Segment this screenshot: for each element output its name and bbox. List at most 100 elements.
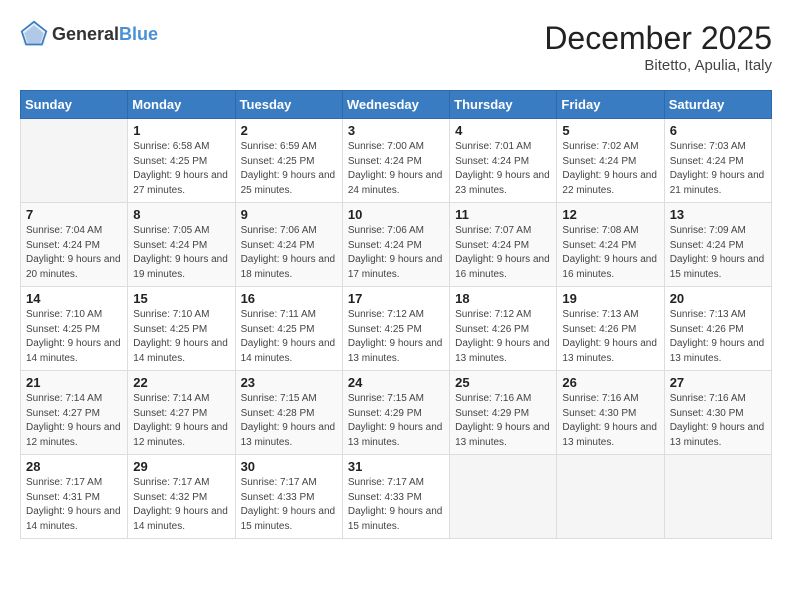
day-number: 11 <box>455 207 551 222</box>
calendar-cell: 30Sunrise: 7:17 AMSunset: 4:33 PMDayligh… <box>235 455 342 539</box>
location-title: Bitetto, Apulia, Italy <box>544 57 772 74</box>
calendar-cell: 16 Sunrise: 7:11 AMSunset: 4:25 PMDayligh… <box>235 287 342 371</box>
weekday-header-row: SundayMondayTuesdayWednesdayThursdayFrid… <box>21 91 772 119</box>
weekday-header: Wednesday <box>342 91 449 119</box>
calendar-cell: 13 Sunrise: 7:09 AMSunset: 4:24 PMDayligh… <box>664 203 771 287</box>
day-info: Sunrise: 6:58 AMSunset: 4:25 PMDaylight:… <box>133 140 229 198</box>
calendar-cell: 26Sunrise: 7:16 AMSunset: 4:30 PMDayligh… <box>557 371 664 455</box>
calendar-week-row: 14 Sunrise: 7:10 AMSunset: 4:25 PMDayligh… <box>21 287 772 371</box>
calendar-cell: 8 Sunrise: 7:05 AMSunset: 4:24 PMDaylight… <box>128 203 235 287</box>
calendar-cell: 5 Sunrise: 7:02 AMSunset: 4:24 PMDaylight… <box>557 119 664 203</box>
day-info: Sunrise: 7:17 AMSunset: 4:33 PMDaylight:… <box>241 476 337 534</box>
day-number: 17 <box>348 291 444 306</box>
calendar-table: SundayMondayTuesdayWednesdayThursdayFrid… <box>20 90 772 539</box>
calendar-cell: 2 Sunrise: 6:59 AMSunset: 4:25 PMDaylight… <box>235 119 342 203</box>
day-info: Sunrise: 7:12 AMSunset: 4:25 PMDaylight:… <box>348 308 444 366</box>
calendar-cell: 9Sunrise: 7:06 AMSunset: 4:24 PMDaylight… <box>235 203 342 287</box>
calendar-cell: 6 Sunrise: 7:03 AMSunset: 4:24 PMDaylight… <box>664 119 771 203</box>
calendar-cell: 4 Sunrise: 7:01 AMSunset: 4:24 PMDaylight… <box>450 119 557 203</box>
day-info: Sunrise: 7:00 AMSunset: 4:24 PMDaylight:… <box>348 140 444 198</box>
day-info: Sunrise: 7:12 AMSunset: 4:26 PMDaylight:… <box>455 308 551 366</box>
calendar-week-row: 28 Sunrise: 7:17 AMSunset: 4:31 PMDayligh… <box>21 455 772 539</box>
day-info: Sunrise: 7:07 AMSunset: 4:24 PMDaylight:… <box>455 224 551 282</box>
calendar-cell: 11 Sunrise: 7:07 AMSunset: 4:24 PMDayligh… <box>450 203 557 287</box>
day-number: 5 <box>562 123 658 138</box>
day-number: 8 <box>133 207 229 222</box>
calendar-cell: 29Sunrise: 7:17 AMSunset: 4:32 PMDayligh… <box>128 455 235 539</box>
calendar-cell: 3Sunrise: 7:00 AMSunset: 4:24 PMDaylight… <box>342 119 449 203</box>
day-number: 18 <box>455 291 551 306</box>
calendar-week-row: 21Sunrise: 7:14 AMSunset: 4:27 PMDayligh… <box>21 371 772 455</box>
day-info: Sunrise: 7:17 AMSunset: 4:33 PMDaylight:… <box>348 476 444 534</box>
calendar-cell: 12 Sunrise: 7:08 AMSunset: 4:24 PMDayligh… <box>557 203 664 287</box>
calendar-week-row: 1 Sunrise: 6:58 AMSunset: 4:25 PMDaylight… <box>21 119 772 203</box>
day-number: 22 <box>133 375 229 390</box>
page-header: GeneralBlue December 2025 Bitetto, Apuli… <box>20 20 772 74</box>
day-number: 13 <box>670 207 766 222</box>
calendar-cell: 27 Sunrise: 7:16 AMSunset: 4:30 PMDayligh… <box>664 371 771 455</box>
day-number: 31 <box>348 459 444 474</box>
day-info: Sunrise: 7:11 AMSunset: 4:25 PMDaylight:… <box>241 308 337 366</box>
day-info: Sunrise: 7:16 AMSunset: 4:30 PMDaylight:… <box>670 392 766 450</box>
day-number: 29 <box>133 459 229 474</box>
day-number: 2 <box>241 123 337 138</box>
day-number: 15 <box>133 291 229 306</box>
calendar-cell: 14 Sunrise: 7:10 AMSunset: 4:25 PMDayligh… <box>21 287 128 371</box>
calendar-cell: 23 Sunrise: 7:15 AMSunset: 4:28 PMDayligh… <box>235 371 342 455</box>
day-info: Sunrise: 6:59 AMSunset: 4:25 PMDaylight:… <box>241 140 337 198</box>
calendar-cell: 19Sunrise: 7:13 AMSunset: 4:26 PMDayligh… <box>557 287 664 371</box>
calendar-cell <box>557 455 664 539</box>
day-number: 24 <box>348 375 444 390</box>
day-number: 12 <box>562 207 658 222</box>
day-info: Sunrise: 7:16 AMSunset: 4:29 PMDaylight:… <box>455 392 551 450</box>
calendar-week-row: 7 Sunrise: 7:04 AMSunset: 4:24 PMDaylight… <box>21 203 772 287</box>
day-info: Sunrise: 7:04 AMSunset: 4:24 PMDaylight:… <box>26 224 122 282</box>
calendar-cell: 31 Sunrise: 7:17 AMSunset: 4:33 PMDayligh… <box>342 455 449 539</box>
day-info: Sunrise: 7:10 AMSunset: 4:25 PMDaylight:… <box>133 308 229 366</box>
day-info: Sunrise: 7:10 AMSunset: 4:25 PMDaylight:… <box>26 308 122 366</box>
day-number: 4 <box>455 123 551 138</box>
day-number: 16 <box>241 291 337 306</box>
logo-icon <box>20 20 48 48</box>
calendar-cell: 28 Sunrise: 7:17 AMSunset: 4:31 PMDayligh… <box>21 455 128 539</box>
day-info: Sunrise: 7:15 AMSunset: 4:29 PMDaylight:… <box>348 392 444 450</box>
day-number: 25 <box>455 375 551 390</box>
day-number: 14 <box>26 291 122 306</box>
day-number: 1 <box>133 123 229 138</box>
weekday-header: Thursday <box>450 91 557 119</box>
title-block: December 2025 Bitetto, Apulia, Italy <box>544 20 772 74</box>
calendar-cell: 18 Sunrise: 7:12 AMSunset: 4:26 PMDayligh… <box>450 287 557 371</box>
day-info: Sunrise: 7:08 AMSunset: 4:24 PMDaylight:… <box>562 224 658 282</box>
day-info: Sunrise: 7:03 AMSunset: 4:24 PMDaylight:… <box>670 140 766 198</box>
day-number: 19 <box>562 291 658 306</box>
day-number: 28 <box>26 459 122 474</box>
day-number: 9 <box>241 207 337 222</box>
day-info: Sunrise: 7:05 AMSunset: 4:24 PMDaylight:… <box>133 224 229 282</box>
day-info: Sunrise: 7:09 AMSunset: 4:24 PMDaylight:… <box>670 224 766 282</box>
calendar-cell: 22 Sunrise: 7:14 AMSunset: 4:27 PMDayligh… <box>128 371 235 455</box>
weekday-header: Tuesday <box>235 91 342 119</box>
calendar-cell: 7 Sunrise: 7:04 AMSunset: 4:24 PMDaylight… <box>21 203 128 287</box>
day-info: Sunrise: 7:06 AMSunset: 4:24 PMDaylight:… <box>348 224 444 282</box>
day-number: 23 <box>241 375 337 390</box>
calendar-cell: 10Sunrise: 7:06 AMSunset: 4:24 PMDayligh… <box>342 203 449 287</box>
day-info: Sunrise: 7:14 AMSunset: 4:27 PMDaylight:… <box>26 392 122 450</box>
day-info: Sunrise: 7:01 AMSunset: 4:24 PMDaylight:… <box>455 140 551 198</box>
day-number: 27 <box>670 375 766 390</box>
weekday-header: Sunday <box>21 91 128 119</box>
day-info: Sunrise: 7:15 AMSunset: 4:28 PMDaylight:… <box>241 392 337 450</box>
day-number: 7 <box>26 207 122 222</box>
day-info: Sunrise: 7:02 AMSunset: 4:24 PMDaylight:… <box>562 140 658 198</box>
calendar-cell: 21Sunrise: 7:14 AMSunset: 4:27 PMDayligh… <box>21 371 128 455</box>
calendar-cell <box>21 119 128 203</box>
day-info: Sunrise: 7:16 AMSunset: 4:30 PMDaylight:… <box>562 392 658 450</box>
calendar-cell: 1 Sunrise: 6:58 AMSunset: 4:25 PMDaylight… <box>128 119 235 203</box>
day-number: 6 <box>670 123 766 138</box>
calendar-cell <box>664 455 771 539</box>
month-title: December 2025 <box>544 20 772 57</box>
day-info: Sunrise: 7:13 AMSunset: 4:26 PMDaylight:… <box>670 308 766 366</box>
day-info: Sunrise: 7:17 AMSunset: 4:31 PMDaylight:… <box>26 476 122 534</box>
day-info: Sunrise: 7:14 AMSunset: 4:27 PMDaylight:… <box>133 392 229 450</box>
logo-blue: Blue <box>119 24 158 44</box>
calendar-cell: 24 Sunrise: 7:15 AMSunset: 4:29 PMDayligh… <box>342 371 449 455</box>
